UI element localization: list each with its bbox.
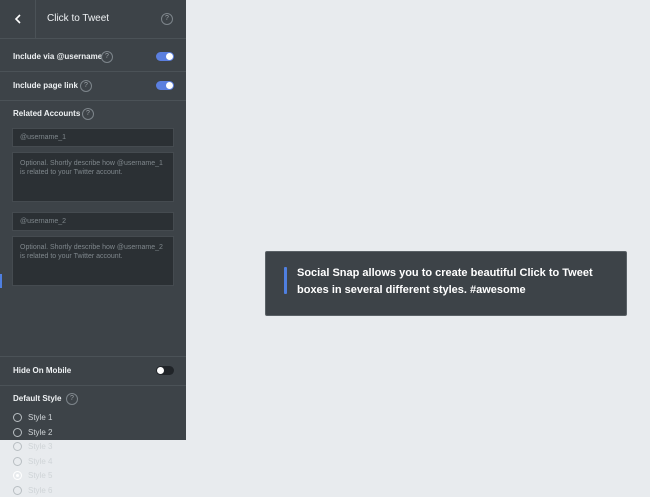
- settings-sidebar: Click to Tweet ? Include via @username ?…: [0, 0, 186, 495]
- include-via-row: Include via @username ?: [0, 43, 186, 72]
- style-2-label: Style 2: [28, 428, 53, 437]
- help-icon[interactable]: ?: [161, 13, 173, 25]
- accent-bar: [284, 267, 287, 294]
- preview-text: Social Snap allows you to create beautif…: [297, 267, 593, 296]
- toggle-knob: [166, 82, 173, 89]
- radio-circle: [13, 413, 22, 422]
- radio-circle: [13, 428, 22, 437]
- include-link-row: Include page link ?: [0, 72, 186, 101]
- username-2-input[interactable]: @username_2: [12, 212, 174, 231]
- click-to-tweet-preview[interactable]: Social Snap allows you to create beautif…: [265, 251, 627, 316]
- radio-circle: [13, 442, 22, 451]
- resize-handle[interactable]: [0, 274, 2, 288]
- username-2-description[interactable]: Optional. Shortly describe how @username…: [12, 236, 174, 286]
- style-4-label: Style 4: [28, 457, 53, 466]
- username-1-description[interactable]: Optional. Shortly describe how @username…: [12, 152, 174, 202]
- related-accounts-section: Related Accounts ? @username_1 Optional.…: [0, 101, 186, 357]
- username-2-placeholder: @username_2: [20, 218, 67, 225]
- related-accounts-label: Related Accounts: [13, 109, 81, 118]
- toggle-knob: [157, 367, 164, 374]
- hide-on-mobile-row: Hide On Mobile: [0, 357, 186, 386]
- hide-on-mobile-label: Hide On Mobile: [13, 366, 72, 375]
- style-5-label: Style 5: [28, 471, 53, 480]
- back-button[interactable]: [0, 0, 36, 38]
- username-1-input[interactable]: @username_1: [12, 128, 174, 147]
- help-icon[interactable]: ?: [101, 51, 113, 63]
- radio-circle: [13, 486, 22, 495]
- help-icon[interactable]: ?: [66, 393, 78, 405]
- include-link-label: Include page link: [13, 81, 78, 90]
- chevron-left-icon: [14, 14, 21, 24]
- include-link-toggle[interactable]: [156, 81, 174, 90]
- style-1-label: Style 1: [28, 413, 53, 422]
- include-via-toggle[interactable]: [156, 52, 174, 61]
- username-1-description-placeholder: Optional. Shortly describe how @username…: [20, 160, 163, 176]
- sidebar-header: Click to Tweet ?: [0, 0, 186, 39]
- help-icon[interactable]: ?: [80, 80, 92, 92]
- page-title: Click to Tweet: [47, 13, 110, 24]
- username-1-placeholder: @username_1: [20, 134, 67, 141]
- radio-circle-checked: [13, 471, 22, 480]
- hide-on-mobile-toggle[interactable]: [156, 366, 174, 375]
- default-style-section: Default Style ? Style 1 Style 2 Style 3 …: [0, 386, 186, 496]
- default-style-label: Default Style: [13, 394, 62, 403]
- help-icon[interactable]: ?: [82, 108, 94, 120]
- include-via-label: Include via @username: [13, 52, 103, 61]
- toggle-knob: [166, 53, 173, 60]
- username-2-description-placeholder: Optional. Shortly describe how @username…: [20, 244, 163, 260]
- radio-circle: [13, 457, 22, 466]
- style-6-label: Style 6: [28, 486, 53, 495]
- style-3-label: Style 3: [28, 442, 53, 451]
